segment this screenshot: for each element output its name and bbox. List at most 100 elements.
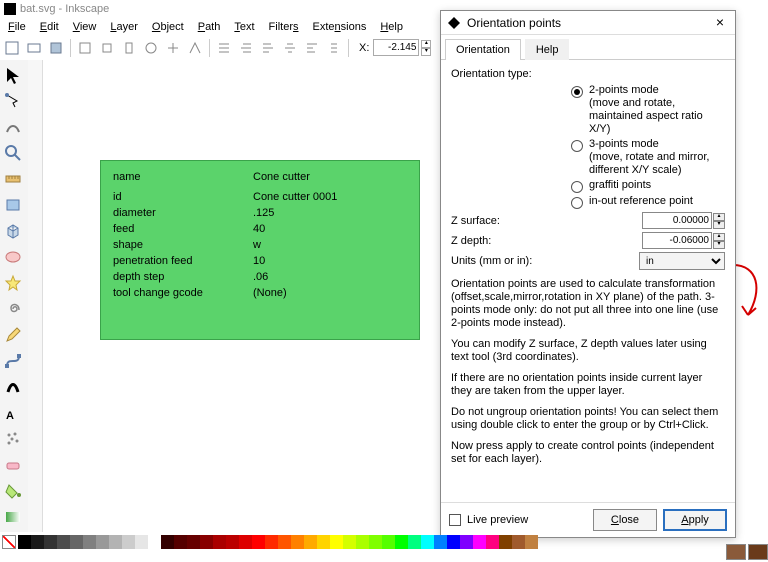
color-swatch[interactable] — [265, 535, 278, 549]
orientation-radio[interactable]: graffiti points — [571, 179, 725, 193]
color-swatch[interactable] — [343, 535, 356, 549]
menu-filters[interactable]: Filters — [263, 20, 305, 34]
tab-help[interactable]: Help — [525, 39, 570, 60]
radio-icon[interactable] — [571, 86, 583, 98]
color-swatch[interactable] — [70, 535, 83, 549]
bezier-tool-icon[interactable] — [0, 348, 26, 374]
units-select[interactable]: in — [639, 252, 725, 270]
toolbar-align[interactable] — [324, 38, 344, 58]
tweak-tool-icon[interactable] — [0, 114, 26, 140]
orientation-radio[interactable]: 3-points mode(move, rotate and mirror,di… — [571, 138, 725, 177]
toolbar-align[interactable] — [236, 38, 256, 58]
color-swatch[interactable] — [200, 535, 213, 549]
color-swatch[interactable] — [356, 535, 369, 549]
toolbar-btn[interactable] — [119, 38, 139, 58]
color-swatch[interactable] — [473, 535, 486, 549]
toolbar-align[interactable] — [280, 38, 300, 58]
close-button[interactable]: Close — [593, 509, 657, 531]
color-swatch[interactable] — [408, 535, 421, 549]
z-depth-spinner[interactable]: ▴▾ — [713, 233, 725, 249]
color-swatch[interactable] — [421, 535, 434, 549]
z-surface-spinner[interactable]: ▴▾ — [713, 213, 725, 229]
radio-icon[interactable] — [571, 197, 583, 209]
color-swatch[interactable] — [291, 535, 304, 549]
toolbar-btn[interactable] — [24, 38, 44, 58]
color-swatch[interactable] — [525, 535, 538, 549]
menu-extensions[interactable]: Extensions — [307, 20, 373, 34]
radio-icon[interactable] — [571, 140, 583, 152]
color-swatch[interactable] — [499, 535, 512, 549]
menu-file[interactable]: File — [2, 20, 32, 34]
toolbar-btn[interactable] — [2, 38, 22, 58]
toolbar-btn[interactable] — [97, 38, 117, 58]
text-tool-icon[interactable]: A — [0, 400, 26, 426]
x-input[interactable] — [373, 39, 419, 56]
pencil-tool-icon[interactable] — [0, 322, 26, 348]
color-swatch[interactable] — [369, 535, 382, 549]
no-color-swatch[interactable] — [2, 535, 16, 549]
node-tool-icon[interactable] — [0, 88, 26, 114]
live-preview-checkbox[interactable] — [449, 514, 461, 526]
spiral-tool-icon[interactable] — [0, 296, 26, 322]
menu-help[interactable]: Help — [374, 20, 409, 34]
menu-object[interactable]: Object — [146, 20, 190, 34]
color-swatch[interactable] — [317, 535, 330, 549]
color-swatch[interactable] — [278, 535, 291, 549]
color-swatch[interactable] — [161, 535, 174, 549]
menu-path[interactable]: Path — [192, 20, 227, 34]
measure-tool-icon[interactable] — [0, 166, 26, 192]
spray-tool-icon[interactable] — [0, 426, 26, 452]
star-tool-icon[interactable] — [0, 270, 26, 296]
tab-orientation[interactable]: Orientation — [445, 39, 521, 60]
toolbar-btn[interactable] — [46, 38, 66, 58]
color-swatch[interactable] — [304, 535, 317, 549]
color-swatch[interactable] — [109, 535, 122, 549]
color-swatch[interactable] — [135, 535, 148, 549]
toolbar-btn[interactable] — [185, 38, 205, 58]
color-swatch[interactable] — [122, 535, 135, 549]
color-swatch[interactable] — [174, 535, 187, 549]
x-spinner[interactable]: ▴▾ — [421, 40, 431, 56]
box3d-tool-icon[interactable] — [0, 218, 26, 244]
menu-layer[interactable]: Layer — [104, 20, 144, 34]
color-swatch[interactable] — [395, 535, 408, 549]
dialog-titlebar[interactable]: Orientation points × — [441, 11, 735, 35]
toolbar-btn[interactable] — [75, 38, 95, 58]
menu-text[interactable]: Text — [228, 20, 260, 34]
color-swatch[interactable] — [31, 535, 44, 549]
eraser-tool-icon[interactable] — [0, 452, 26, 478]
color-swatch[interactable] — [83, 535, 96, 549]
toolbar-btn[interactable] — [141, 38, 161, 58]
toolbar-align[interactable] — [214, 38, 234, 58]
color-swatch[interactable] — [434, 535, 447, 549]
z-depth-input[interactable] — [642, 232, 712, 249]
orientation-radio[interactable]: in-out reference point — [571, 195, 725, 209]
color-swatch[interactable] — [57, 535, 70, 549]
color-swatch[interactable] — [330, 535, 343, 549]
orientation-radio[interactable]: 2-points mode(move and rotate,maintained… — [571, 84, 725, 136]
apply-button[interactable]: Apply — [663, 509, 727, 531]
circle-tool-icon[interactable] — [0, 244, 26, 270]
color-swatch[interactable] — [187, 535, 200, 549]
color-swatch[interactable] — [239, 535, 252, 549]
rect-tool-icon[interactable] — [0, 192, 26, 218]
color-swatch[interactable] — [44, 535, 57, 549]
color-swatch[interactable] — [447, 535, 460, 549]
color-swatch[interactable] — [148, 535, 161, 549]
color-swatch[interactable] — [382, 535, 395, 549]
color-swatch[interactable] — [252, 535, 265, 549]
toolbar-btn[interactable] — [163, 38, 183, 58]
radio-icon[interactable] — [571, 181, 583, 193]
color-swatch[interactable] — [486, 535, 499, 549]
color-swatch[interactable] — [18, 535, 31, 549]
zoom-tool-icon[interactable] — [0, 140, 26, 166]
color-swatch[interactable] — [96, 535, 109, 549]
calligraphy-tool-icon[interactable] — [0, 374, 26, 400]
gradient-tool-icon[interactable] — [0, 504, 26, 530]
color-swatch[interactable] — [460, 535, 473, 549]
color-swatch[interactable] — [512, 535, 525, 549]
z-surface-input[interactable] — [642, 212, 712, 229]
color-swatch[interactable] — [213, 535, 226, 549]
menu-edit[interactable]: Edit — [34, 20, 65, 34]
menu-view[interactable]: View — [67, 20, 103, 34]
